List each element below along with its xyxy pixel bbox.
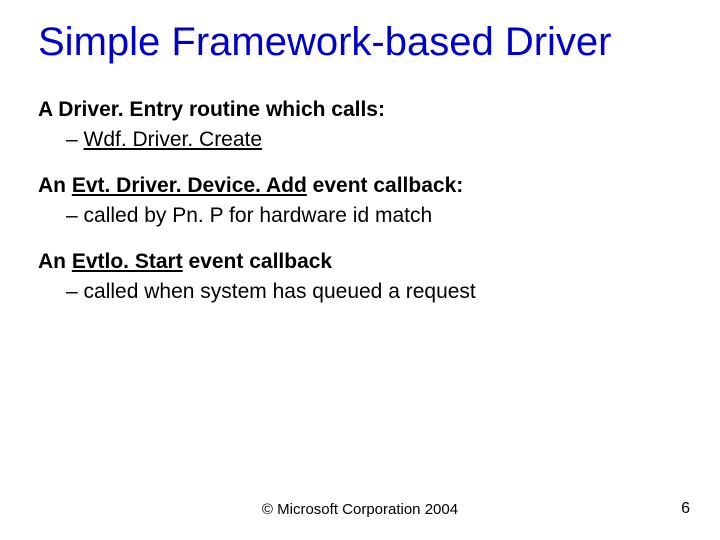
content-block: A Driver. Entry routine which calls: Wdf… — [38, 98, 682, 152]
footer-copyright: © Microsoft Corporation 2004 — [0, 501, 720, 518]
content-block: An Evt. Driver. Device. Add event callba… — [38, 174, 682, 228]
sub-line: called when system has queued a request — [84, 280, 682, 304]
lead-line: An Evtlo. Start event callback — [38, 250, 682, 274]
lead-text-after: event callback — [183, 250, 332, 273]
lead-text-after: event callback: — [307, 174, 463, 197]
lead-text-underline: Evtlo. Start — [72, 250, 183, 273]
sub-text-before: called when system has queued a request — [84, 280, 476, 303]
lead-line: A Driver. Entry routine which calls: — [38, 98, 682, 122]
sub-text-before: called by Pn. P for hardware id match — [84, 204, 433, 227]
slide: Simple Framework-based Driver A Driver. … — [0, 0, 720, 540]
footer-page-number: 6 — [681, 500, 690, 518]
sub-line: called by Pn. P for hardware id match — [84, 204, 682, 228]
lead-text-before: An — [38, 174, 72, 197]
lead-line: An Evt. Driver. Device. Add event callba… — [38, 174, 682, 198]
lead-text-before: An — [38, 250, 72, 273]
sub-line: Wdf. Driver. Create — [84, 128, 682, 152]
lead-text-underline: Evt. Driver. Device. Add — [72, 174, 307, 197]
slide-title: Simple Framework-based Driver — [38, 20, 682, 64]
lead-text-before: A Driver. Entry routine which calls: — [38, 98, 385, 121]
sub-text-underline: Wdf. Driver. Create — [84, 128, 263, 151]
content-block: An Evtlo. Start event callback called wh… — [38, 250, 682, 304]
